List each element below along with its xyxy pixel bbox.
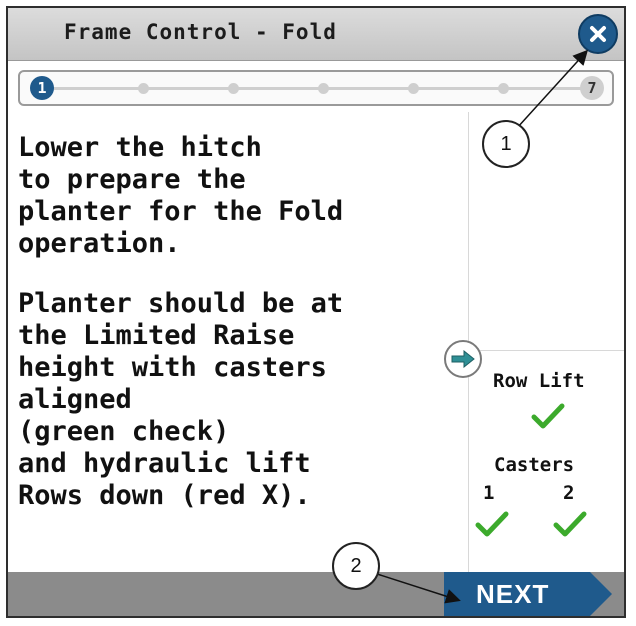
arrow-right-button[interactable] (444, 340, 482, 378)
close-icon (590, 26, 606, 42)
instruction-paragraph-1: Lower the hitch to prepare the planter f… (18, 132, 344, 259)
panel-divider (469, 350, 624, 351)
next-button-label: NEXT (476, 579, 550, 609)
title-bar: Frame Control - Fold (8, 8, 624, 61)
arrow-right-icon (451, 350, 475, 368)
instruction-text: Lower the hitch to prepare the planter f… (18, 132, 468, 512)
caster-1-label: 1 (483, 482, 495, 504)
close-button[interactable] (578, 14, 618, 54)
check-icon (553, 511, 587, 537)
caster-2-label: 2 (563, 482, 575, 504)
footer-bar: NEXT (8, 572, 624, 616)
status-panel: Row Lift Casters 1 2 (468, 112, 624, 576)
current-step-indicator: 1 (30, 76, 54, 100)
progress-step-dot (498, 83, 509, 94)
callout-1: 1 (482, 120, 530, 168)
last-step-indicator: 7 (580, 76, 604, 100)
next-button[interactable]: NEXT (444, 572, 612, 616)
frame-control-dialog: Frame Control - Fold 1 7 Lower the hitch… (6, 6, 626, 618)
callout-2: 2 (332, 542, 380, 590)
instruction-paragraph-2: Planter should be at the Limited Raise h… (18, 288, 344, 511)
progress-step-dot (228, 83, 239, 94)
progress-step-dot (318, 83, 329, 94)
progress-step-dot (408, 83, 419, 94)
casters-label: Casters (494, 454, 575, 476)
row-lift-label: Row Lift (493, 370, 585, 392)
progress-step-dot (138, 83, 149, 94)
step-progress-bar: 1 7 (18, 70, 614, 106)
check-icon (475, 511, 509, 537)
dialog-title: Frame Control - Fold (64, 20, 337, 44)
check-icon (531, 403, 565, 429)
